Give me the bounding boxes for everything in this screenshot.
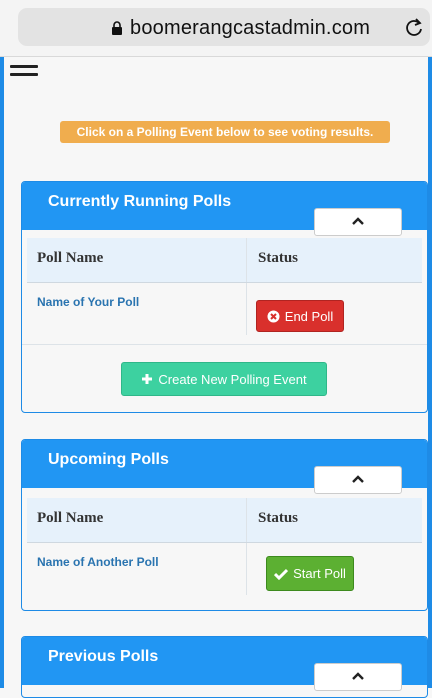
create-poll-button[interactable]: Create New Polling Event — [121, 362, 327, 396]
column-header-status: Status — [258, 250, 299, 266]
panel-title: Upcoming Polls — [48, 451, 169, 468]
chevron-up-icon — [352, 672, 364, 680]
column-header-poll-name: Poll Name — [37, 510, 104, 526]
notice-banner: Click on a Polling Event below to see vo… — [60, 121, 390, 143]
running-polls-panel: Currently Running Polls Poll Name Status… — [21, 181, 428, 413]
close-circle-icon — [267, 310, 280, 322]
address-bar[interactable]: boomerangcastadmin.com — [18, 8, 430, 46]
collapse-button[interactable] — [314, 466, 402, 494]
poll-name-link[interactable]: Name of Another Poll — [37, 555, 159, 569]
url-text: boomerangcastadmin.com — [130, 17, 371, 39]
panel-header: Currently Running Polls — [22, 182, 427, 236]
reload-icon[interactable] — [404, 17, 424, 39]
end-poll-button[interactable]: End Poll — [256, 300, 344, 332]
table-row: Name of Your Poll End Poll — [27, 283, 422, 335]
end-poll-label: End Poll — [284, 308, 334, 324]
start-poll-button[interactable]: Start Poll — [266, 556, 354, 591]
right-frame-border — [428, 0, 432, 688]
panel-title: Previous Polls — [48, 648, 159, 665]
panel-header: Previous Polls — [22, 637, 427, 691]
browser-bar: boomerangcastadmin.com — [0, 0, 432, 57]
menu-icon[interactable] — [10, 65, 38, 81]
chevron-up-icon — [352, 217, 364, 225]
poll-name-link[interactable]: Name of Your Poll — [37, 295, 139, 309]
upcoming-polls-panel: Upcoming Polls Poll Name Status Name of … — [21, 439, 428, 611]
lock-icon — [112, 21, 122, 35]
chevron-up-icon — [352, 475, 364, 483]
check-icon — [274, 568, 289, 580]
create-poll-label: Create New Polling Event — [158, 371, 307, 387]
start-poll-label: Start Poll — [293, 566, 346, 581]
panel-title: Currently Running Polls — [48, 193, 232, 210]
collapse-button[interactable] — [314, 208, 402, 236]
table-header-row: Poll Name Status — [27, 238, 422, 283]
column-header-status: Status — [258, 510, 299, 526]
panel-header: Upcoming Polls — [22, 440, 427, 494]
table-header-row: Poll Name Status — [27, 498, 422, 543]
plus-icon — [142, 374, 153, 384]
table-row: Name of Another Poll Start Poll — [27, 543, 422, 595]
left-frame-border — [0, 0, 4, 688]
column-header-poll-name: Poll Name — [37, 250, 104, 266]
collapse-button[interactable] — [314, 663, 402, 691]
previous-polls-panel: Previous Polls — [21, 636, 428, 698]
